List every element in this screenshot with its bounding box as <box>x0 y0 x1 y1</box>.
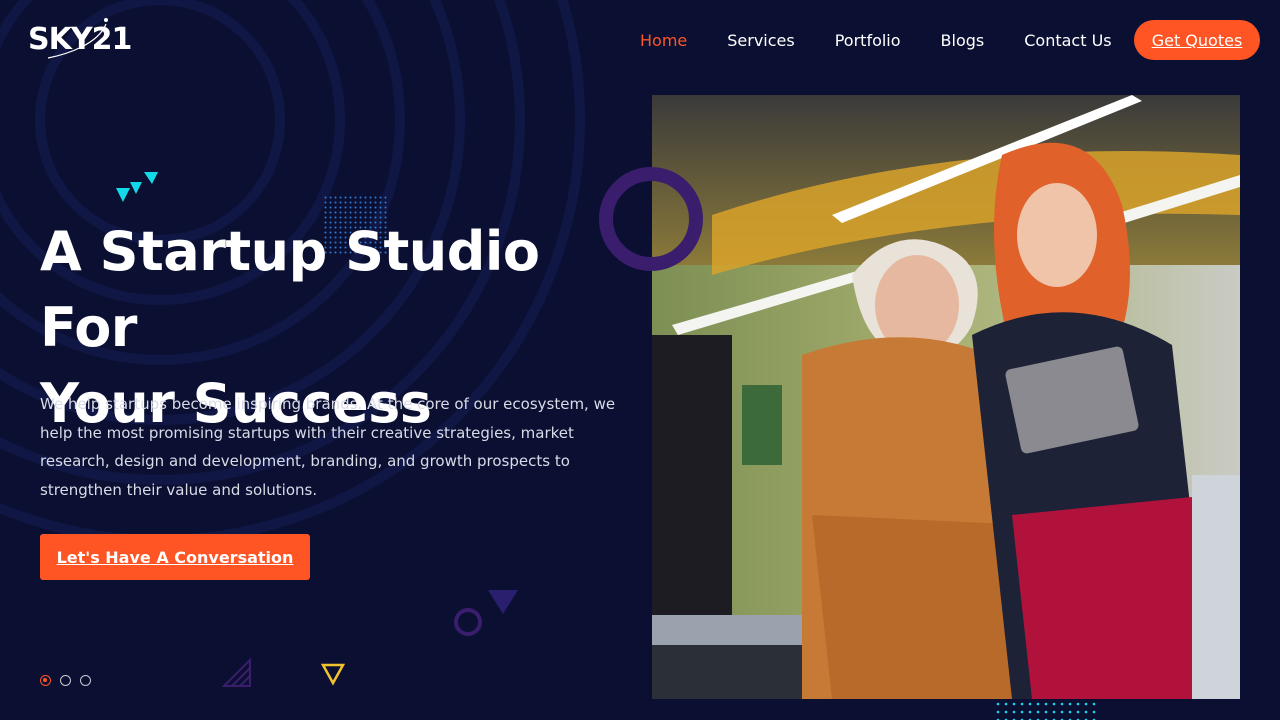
nav-blogs[interactable]: Blogs <box>941 31 985 50</box>
nav-portfolio[interactable]: Portfolio <box>835 31 901 50</box>
logo[interactable]: SKY21 <box>28 14 132 62</box>
hero-title-line1: A Startup Studio For <box>40 220 540 359</box>
get-quotes-button[interactable]: Get Quotes <box>1134 20 1260 60</box>
slide-dot-3[interactable] <box>80 675 91 686</box>
hero-image <box>652 95 1240 699</box>
slide-dot-1[interactable] <box>40 675 51 686</box>
nav-contact-us[interactable]: Contact Us <box>1024 31 1111 50</box>
slide-dot-2[interactable] <box>60 675 71 686</box>
office-photo-illustration <box>652 95 1240 699</box>
triangle-icon <box>488 590 518 614</box>
conversation-button[interactable]: Let's Have A Conversation <box>40 534 310 580</box>
triangle-outline-icon <box>320 663 346 686</box>
ring-icon <box>454 608 482 636</box>
triangles-icon <box>116 172 158 202</box>
hatched-triangle-icon <box>222 657 251 687</box>
ring-icon <box>599 167 703 271</box>
nav-services[interactable]: Services <box>727 31 794 50</box>
slider-dots <box>40 675 100 686</box>
main-nav: Home Services Portfolio Blogs Contact Us <box>620 20 1132 60</box>
logo-text: SKY21 <box>28 22 132 57</box>
hero-description: We help startups become inspiring brands… <box>40 395 616 499</box>
nav-home[interactable]: Home <box>640 31 687 50</box>
